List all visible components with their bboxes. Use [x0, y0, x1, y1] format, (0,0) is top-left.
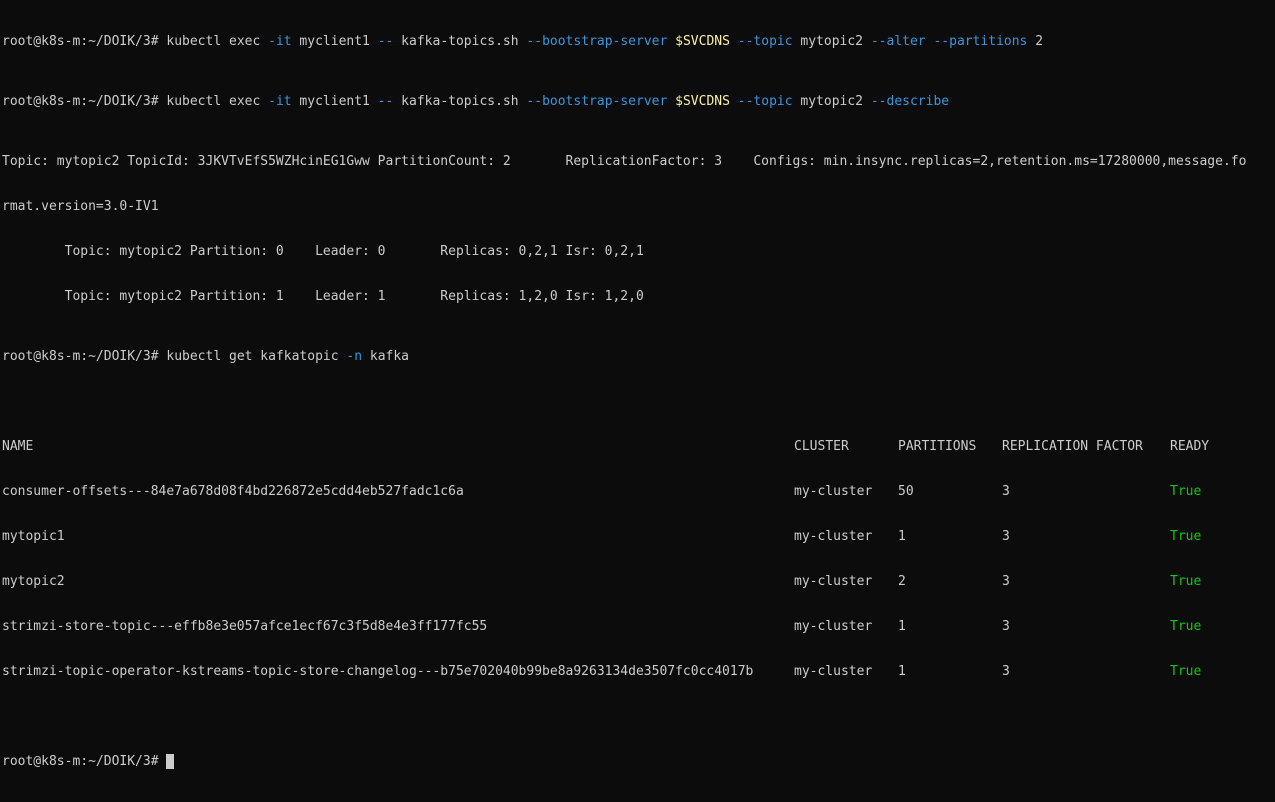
terminal-window[interactable]: root@k8s-m:~/DOIK/3# kubectl exec -it my…	[0, 0, 1275, 802]
cluster-name: my-cluster	[794, 619, 873, 634]
replication-factor: 3	[1002, 529, 1010, 544]
replication-factor: 3	[1002, 619, 1010, 634]
table-header-row: NAME CLUSTER PARTITIONS REPLICATION FACT…	[2, 439, 1275, 454]
shell-prompt: root@k8s-m:~/DOIK/3#	[2, 34, 159, 49]
ready-status: True	[1170, 484, 1202, 499]
ready-status: True	[1170, 619, 1202, 634]
topic-name: consumer-offsets---84e7a678d08f4bd226872…	[2, 484, 464, 499]
shell-prompt: root@k8s-m:~/DOIK/3#	[2, 349, 159, 364]
topic-name: mytopic1	[2, 529, 65, 544]
partitions-count: 1	[898, 619, 906, 634]
column-header-ready: READY	[1170, 439, 1210, 454]
replication-factor: 3	[1002, 484, 1010, 499]
table-row: strimzi-store-topic---effb8e3e057afce1ec…	[2, 619, 1275, 634]
ready-status: True	[1170, 529, 1202, 544]
column-header-name: NAME	[2, 439, 34, 454]
partitions-count: 50	[898, 484, 914, 499]
partitions-count: 2	[898, 574, 906, 589]
cluster-name: my-cluster	[794, 529, 873, 544]
partitions-count: 1	[898, 529, 906, 544]
command-line-alter: root@k8s-m:~/DOIK/3# kubectl exec -it my…	[2, 34, 1044, 49]
topic-name: mytopic2	[2, 574, 65, 589]
table-row: mytopic2 my-cluster 2 3 True	[2, 574, 1275, 589]
replication-factor: 3	[1002, 664, 1010, 679]
table-row: consumer-offsets---84e7a678d08f4bd226872…	[2, 484, 1275, 499]
shell-prompt: root@k8s-m:~/DOIK/3#	[2, 94, 159, 109]
shell-prompt: root@k8s-m:~/DOIK/3#	[2, 754, 159, 769]
command-line-describe: root@k8s-m:~/DOIK/3# kubectl exec -it my…	[2, 94, 950, 109]
describe-output-line: Topic: mytopic2 TopicId: 3JKVTvEfS5WZHci…	[2, 154, 1247, 169]
table-row: strimzi-topic-operator-kstreams-topic-st…	[2, 664, 1275, 679]
cluster-name: my-cluster	[794, 664, 873, 679]
describe-output-line: Topic: mytopic2 Partition: 1 Leader: 1 R…	[2, 289, 644, 304]
column-header-partitions: PARTITIONS	[898, 439, 977, 454]
describe-output-line: Topic: mytopic2 Partition: 0 Leader: 0 R…	[2, 244, 644, 259]
ready-status: True	[1170, 574, 1202, 589]
command-line-get: root@k8s-m:~/DOIK/3# kubectl get kafkato…	[2, 349, 410, 364]
replication-factor: 3	[1002, 574, 1010, 589]
column-header-replication-factor: REPLICATION FACTOR	[1002, 439, 1143, 454]
ready-status: True	[1170, 664, 1202, 679]
command-line-current[interactable]: root@k8s-m:~/DOIK/3#	[2, 754, 1275, 769]
cluster-name: my-cluster	[794, 574, 873, 589]
topic-name: strimzi-topic-operator-kstreams-topic-st…	[2, 664, 754, 679]
text-cursor[interactable]	[166, 754, 175, 769]
partitions-count: 1	[898, 664, 906, 679]
describe-output-line: rmat.version=3.0-IV1	[2, 199, 159, 214]
cluster-name: my-cluster	[794, 484, 873, 499]
table-row: mytopic1 my-cluster 1 3 True	[2, 529, 1275, 544]
kafkatopic-table: NAME CLUSTER PARTITIONS REPLICATION FACT…	[2, 409, 1275, 709]
column-header-cluster: CLUSTER	[794, 439, 849, 454]
topic-name: strimzi-store-topic---effb8e3e057afce1ec…	[2, 619, 488, 634]
